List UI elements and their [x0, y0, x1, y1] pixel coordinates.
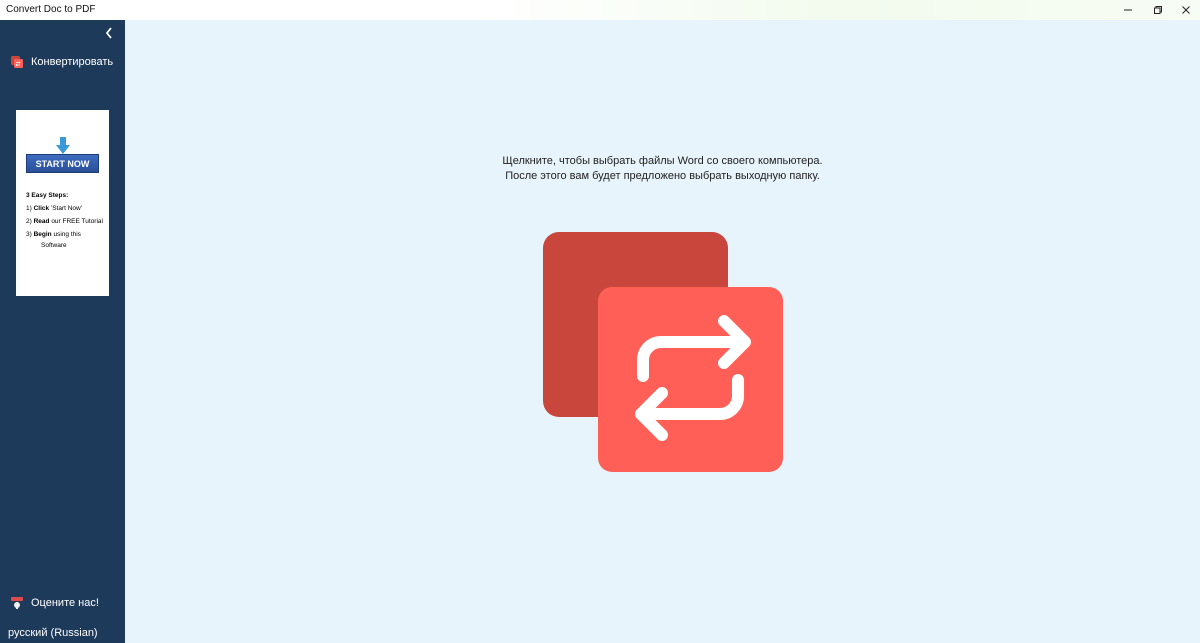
step-2: 2) Read our FREE Tutorial [26, 215, 108, 228]
step-3-text: using this [53, 231, 81, 238]
step-2-number: 2) [26, 218, 32, 225]
chevron-left-icon [105, 27, 112, 39]
promo-banner[interactable]: START NOW 3 Easy Steps: 1) Click 'Start … [16, 110, 109, 296]
sidebar: Конвертировать START NOW 3 Easy Steps: 1… [0, 20, 125, 643]
restore-icon [1154, 6, 1162, 14]
collapse-sidebar-button[interactable] [101, 25, 117, 41]
step-1-text: 'Start Now' [50, 205, 82, 212]
start-now-button[interactable]: START NOW [26, 154, 99, 173]
minimize-icon [1124, 9, 1132, 11]
step-3-bold: Begin [33, 231, 52, 238]
sidebar-item-label: Оцените нас! [31, 597, 99, 609]
step-2-bold: Read [33, 218, 50, 225]
step-3: 3) Begin using this [26, 228, 108, 241]
title-bar: Convert Doc to PDF [0, 0, 1200, 20]
step-1: 1) Click 'Start Now' [26, 202, 108, 215]
step-3-number: 3) [26, 231, 32, 238]
step-3-continued: Software [41, 242, 67, 249]
step-1-number: 1) [26, 205, 32, 212]
sidebar-item-rate[interactable]: Оцените нас! [0, 592, 125, 614]
rate-icon [11, 597, 23, 609]
window-title: Convert Doc to PDF [6, 4, 96, 15]
sidebar-item-convert[interactable]: Конвертировать [0, 51, 125, 73]
step-2-text: our FREE Tutorial [51, 218, 103, 225]
instruction-line-1: Щелкните, чтобы выбрать файлы Word со св… [502, 155, 823, 167]
promo-steps: 3 Easy Steps: 1) Click 'Start Now' 2) Re… [26, 189, 108, 250]
step-1-bold: Click [33, 205, 50, 212]
language-selector[interactable]: русский (Russian) [8, 627, 98, 639]
download-arrow-icon [56, 137, 70, 154]
close-button[interactable] [1168, 0, 1200, 20]
convert-arrows-icon [543, 232, 783, 472]
convert-icon [11, 56, 23, 68]
sidebar-item-label: Конвертировать [31, 56, 114, 68]
select-files-dropzone[interactable] [540, 230, 786, 480]
instruction-line-2: После этого вам будет предложено выбрать… [505, 170, 820, 182]
close-icon [1182, 6, 1190, 14]
instruction-text: Щелкните, чтобы выбрать файлы Word со св… [125, 154, 1200, 184]
steps-title: 3 Easy Steps: [26, 192, 69, 199]
